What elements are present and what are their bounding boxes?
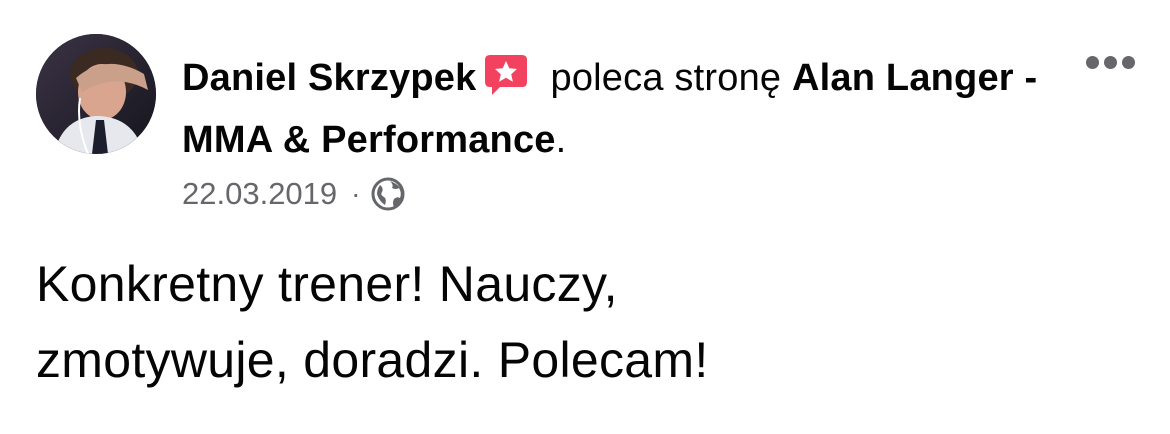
more-dot bbox=[1121, 55, 1135, 69]
more-options-icon[interactable] bbox=[1080, 44, 1140, 80]
recommendation-post: Daniel Skrzypek poleca stronę Alan Lange… bbox=[0, 0, 1170, 434]
avatar[interactable] bbox=[36, 34, 156, 154]
post-text-line: zmotywuje, doradzi. Polecam! bbox=[36, 332, 709, 388]
post-text-line: Konkretny trener! Nauczy, bbox=[36, 256, 618, 312]
action-text: poleca stronę bbox=[550, 57, 782, 99]
recommendation-star-icon bbox=[484, 54, 528, 112]
post-text: Konkretny trener! Nauczy, zmotywuje, dor… bbox=[36, 246, 1136, 398]
post-header: Daniel Skrzypek poleca stronę Alan Lange… bbox=[182, 50, 1042, 168]
post-date[interactable]: 22.03.2019 bbox=[182, 176, 337, 212]
author-name[interactable]: Daniel Skrzypek bbox=[182, 57, 476, 99]
globe-icon[interactable] bbox=[370, 176, 406, 212]
more-dot bbox=[1103, 55, 1117, 69]
header-period: . bbox=[555, 119, 567, 161]
post-meta: 22.03.2019 · bbox=[182, 170, 406, 218]
more-dot bbox=[1085, 55, 1099, 69]
meta-separator: · bbox=[351, 178, 361, 209]
